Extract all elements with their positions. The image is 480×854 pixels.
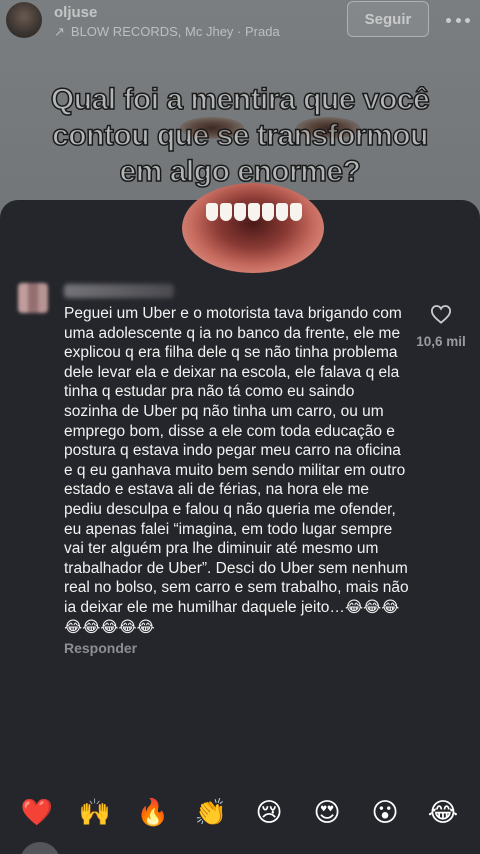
music-arrow-icon: ↗ [54, 24, 65, 39]
emoji-heart-button[interactable]: ❤️ [17, 799, 57, 825]
emoji-raised-hands-button[interactable]: 🙌 [75, 799, 115, 825]
reply-button[interactable]: Responder [64, 640, 137, 656]
overlay-teeth [204, 203, 304, 223]
creator-username[interactable]: oljuse [54, 4, 97, 21]
emoji-heart-eyes-button[interactable]: 😍 [307, 799, 347, 825]
more-options-icon[interactable] [446, 10, 470, 30]
commenter-avatar-blurred[interactable] [18, 283, 48, 313]
emoji-reaction-bar: ❤️ 🙌 🔥 👏 😢 😍 😮 😂 [0, 790, 480, 834]
commenter-username-blurred[interactable] [64, 284, 174, 298]
overlay-mouth-sticker [182, 183, 324, 273]
emoji-fire-button[interactable]: 🔥 [133, 799, 173, 825]
like-count: 10,6 mil [416, 334, 466, 349]
follow-button[interactable]: Seguir [347, 1, 429, 37]
overlay-question-text: Qual foi a mentira que você contou que s… [50, 82, 430, 189]
creator-avatar[interactable] [6, 2, 42, 38]
comment-text: Peguei um Uber e o motorista tava brigan… [64, 305, 409, 636]
music-title: BLOW RECORDS, Mc Jhey · Prada [70, 24, 280, 39]
video-top-bar: oljuse ↗ BLOW RECORDS, Mc Jhey · Prada Se… [0, 0, 480, 44]
emoji-crying-button[interactable]: 😢 [249, 799, 289, 825]
music-info[interactable]: ↗ BLOW RECORDS, Mc Jhey · Prada [54, 24, 280, 40]
emoji-laughing-button[interactable]: 😂 [423, 799, 463, 825]
emoji-surprised-button[interactable]: 😮 [365, 799, 405, 825]
emoji-clapping-button[interactable]: 👏 [191, 799, 231, 825]
heart-outline-icon[interactable] [430, 304, 452, 324]
